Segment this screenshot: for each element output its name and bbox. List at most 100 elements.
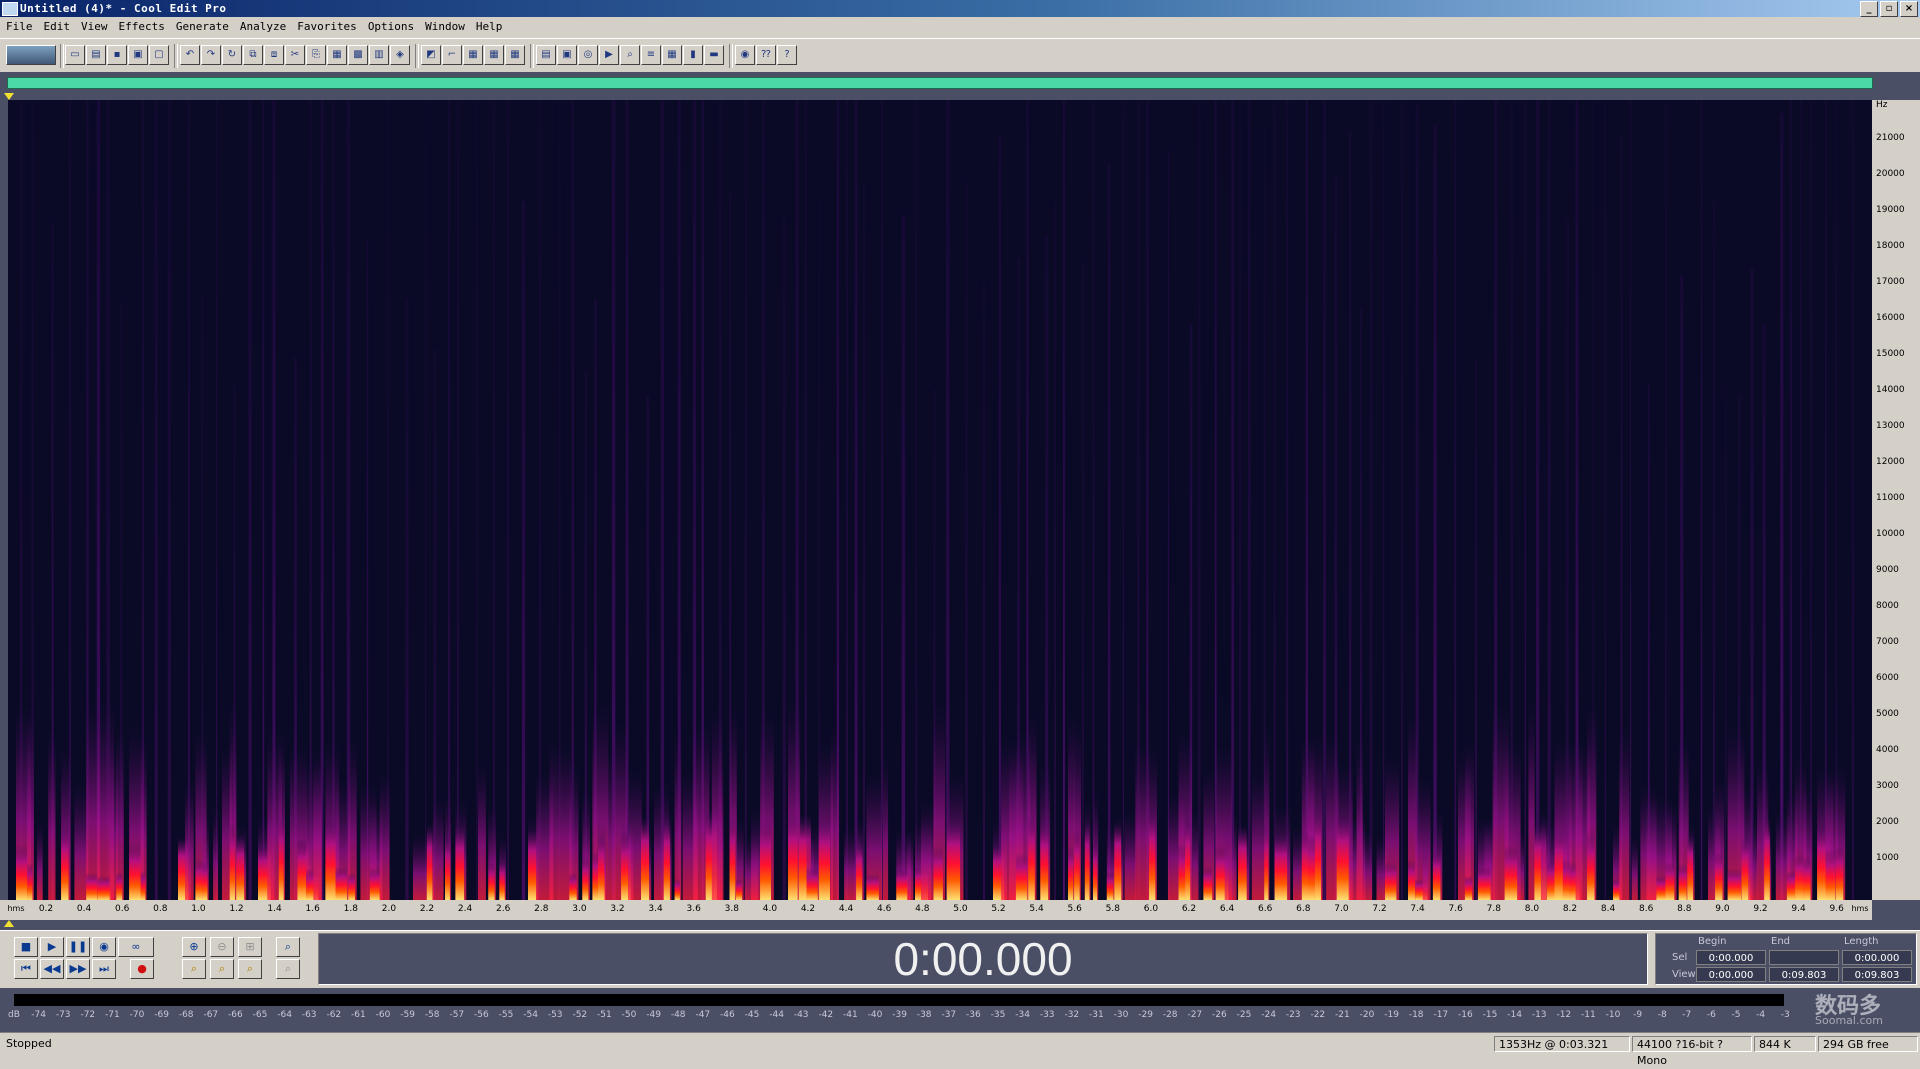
spectral-stripe <box>863 184 865 900</box>
time-tick: 1.4 <box>267 904 282 914</box>
zoom-out-icon[interactable]: ⊖ <box>210 937 234 957</box>
menu-generate[interactable]: Generate <box>170 17 234 33</box>
help-topic-icon[interactable]: ⁇ <box>756 45 776 65</box>
play-view-icon[interactable]: ▶ <box>599 45 619 65</box>
zoom-vertical-in-icon[interactable]: ⌕ <box>276 937 300 957</box>
go-to-end-button[interactable]: ⏭ <box>92 959 116 979</box>
rewind-button[interactable]: ◀◀ <box>40 959 64 979</box>
spectral-view-icon[interactable]: ◩ <box>421 45 441 65</box>
pause-button[interactable]: ❚❚ <box>66 937 90 957</box>
marker-icon[interactable]: ▬ <box>704 45 724 65</box>
minimize-button[interactable]: _ <box>1860 1 1878 17</box>
time-tick: 5.4 <box>1029 904 1044 914</box>
open-folder-icon[interactable]: ▤ <box>86 45 106 65</box>
copy-to-new-icon[interactable]: ⧈ <box>264 45 284 65</box>
record-button[interactable]: ● <box>130 959 154 979</box>
waveform-overview-bar[interactable] <box>7 77 1873 89</box>
menu-favorites[interactable]: Favorites <box>291 17 362 33</box>
menu-effects[interactable]: Effects <box>113 17 170 33</box>
hz-tick: 11000 <box>1876 493 1905 503</box>
menu-options[interactable]: Options <box>362 17 419 33</box>
zoom-left-icon[interactable]: ⌕ <box>182 959 206 979</box>
paste-new-icon[interactable]: ▦ <box>327 45 347 65</box>
zoom-right-icon[interactable]: ⌕ <box>210 959 234 979</box>
spectral-stripe <box>1665 104 1667 900</box>
new-file-icon[interactable]: ▭ <box>65 45 85 65</box>
cut-icon[interactable]: ✂ <box>285 45 305 65</box>
sel-begin-field[interactable]: 0:00.000 <box>1696 950 1766 965</box>
spectral-peak <box>641 816 650 900</box>
menu-view[interactable]: View <box>75 17 113 33</box>
copy-icon[interactable]: ⧉ <box>243 45 263 65</box>
grid-icon[interactable]: ▦ <box>463 45 483 65</box>
spectral-display[interactable] <box>8 100 1872 900</box>
time-tick: 3.0 <box>572 904 587 914</box>
find-icon[interactable]: ⌕ <box>620 45 640 65</box>
close-button[interactable]: × <box>1900 1 1918 17</box>
menu-edit[interactable]: Edit <box>38 17 76 33</box>
view-begin-field[interactable]: 0:00.000 <box>1696 967 1766 982</box>
fast-forward-button[interactable]: ▶▶ <box>66 959 90 979</box>
envelope-icon[interactable]: ⌐ <box>442 45 462 65</box>
spectral-stripe <box>1475 360 1478 900</box>
zoom-selection-icon[interactable]: ⌕ <box>238 959 262 979</box>
menu-window[interactable]: Window <box>419 17 470 33</box>
redo-icon[interactable]: ↷ <box>201 45 221 65</box>
go-to-start-button[interactable]: ⏮ <box>14 959 38 979</box>
menu-help[interactable]: Help <box>470 17 508 33</box>
maximize-button[interactable]: ▫ <box>1880 1 1898 17</box>
length-header: Length <box>1844 936 1879 947</box>
help-icon[interactable]: ? <box>777 45 797 65</box>
spectral-peak <box>229 822 236 900</box>
close-file-icon[interactable]: ▢ <box>149 45 169 65</box>
spectral-energy <box>313 750 322 900</box>
grid-alt-icon[interactable]: ▦ <box>505 45 525 65</box>
paste-icon[interactable]: ⎘ <box>306 45 326 65</box>
time-format-icon[interactable]: ≡ <box>641 45 661 65</box>
sel-end-field[interactable] <box>1769 950 1839 965</box>
menu-file[interactable]: File <box>0 17 38 33</box>
save-icon[interactable]: ▪ <box>107 45 127 65</box>
spectral-energy <box>1224 813 1237 900</box>
cue-icon[interactable]: ▦ <box>662 45 682 65</box>
repeat-icon[interactable]: ↻ <box>222 45 242 65</box>
spectral-peak <box>674 879 680 900</box>
level-icon[interactable]: ▮ <box>683 45 703 65</box>
stop-button[interactable]: ■ <box>14 937 38 957</box>
level-tick: -30 <box>1113 1010 1129 1020</box>
playhead-marker-top[interactable] <box>4 93 14 100</box>
loop-button[interactable]: ∞ <box>118 937 154 957</box>
level-tick: -35 <box>990 1010 1006 1020</box>
spectrum-icon[interactable]: ▣ <box>557 45 577 65</box>
zoom-full-icon[interactable]: ⊞ <box>238 937 262 957</box>
zoom-in-icon[interactable]: ⊕ <box>182 937 206 957</box>
spectral-peak <box>1764 817 1770 900</box>
playhead-marker-bottom[interactable] <box>4 920 14 927</box>
level-tick: -10 <box>1605 1010 1621 1020</box>
zoom-vertical-out-icon[interactable]: ⌕ <box>276 959 300 979</box>
spectral-peak <box>1028 815 1035 900</box>
grid-snap-icon[interactable]: ▦ <box>484 45 504 65</box>
level-tick: -43 <box>793 1010 809 1020</box>
mix-paste-icon[interactable]: ▩ <box>348 45 368 65</box>
view-label: View <box>1672 969 1696 980</box>
undo-icon[interactable]: ↶ <box>180 45 200 65</box>
multitrack-toggle-button[interactable] <box>6 45 56 65</box>
time-ruler[interactable]: hms hms 0.2 0.4 0.6 0.8 1.0 1.2 1.4 1.6 1.8 2.0 2.… <box>7 900 1872 920</box>
play-to-end-button[interactable]: ◉ <box>92 937 116 957</box>
sel-length-field[interactable]: 0:00.000 <box>1842 950 1912 965</box>
waveform-view-icon[interactable]: ▤ <box>536 45 556 65</box>
cd-icon[interactable]: ◉ <box>735 45 755 65</box>
play-button[interactable]: ▶ <box>40 937 64 957</box>
view-end-field[interactable]: 0:09.803 <box>1769 967 1839 982</box>
save-as-icon[interactable]: ▣ <box>128 45 148 65</box>
silence-icon[interactable]: ◈ <box>390 45 410 65</box>
phase-icon[interactable]: ◎ <box>578 45 598 65</box>
menu-analyze[interactable]: Analyze <box>234 17 291 33</box>
time-unit-left: hms <box>7 904 25 913</box>
view-length-field[interactable]: 0:09.803 <box>1842 967 1912 982</box>
spectral-peak <box>1587 831 1595 900</box>
trim-icon[interactable]: ▥ <box>369 45 389 65</box>
time-tick: 7.2 <box>1372 904 1387 914</box>
time-tick: 6.0 <box>1143 904 1159 914</box>
